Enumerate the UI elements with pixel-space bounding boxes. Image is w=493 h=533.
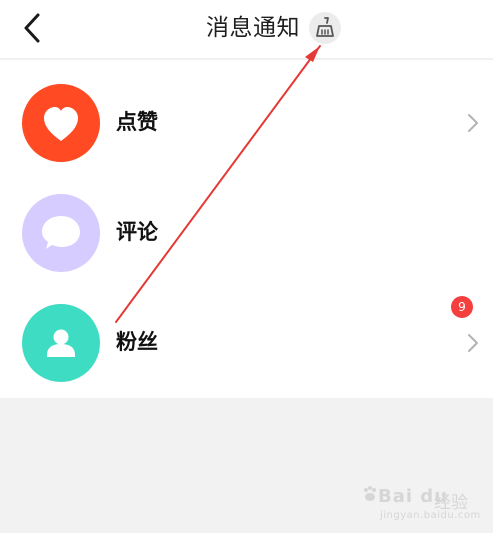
back-button[interactable] bbox=[16, 10, 50, 46]
watermark: Bai du 经验 jingyan.baidu.com bbox=[360, 480, 480, 522]
fans-avatar bbox=[22, 304, 100, 382]
page-title: 消息通知 bbox=[206, 15, 300, 41]
chevron-right-icon bbox=[468, 114, 478, 132]
speech-bubble-icon bbox=[42, 216, 80, 249]
person-icon bbox=[47, 329, 75, 357]
chevron-left-icon bbox=[24, 13, 40, 43]
broom-icon bbox=[316, 17, 334, 37]
list-item-comments[interactable]: 评论 9 bbox=[0, 180, 493, 318]
list-item-label: 粉丝 bbox=[116, 330, 158, 354]
notification-list: 点赞 评论 9 粉丝 bbox=[0, 60, 493, 398]
baidu-paw-icon bbox=[364, 486, 376, 501]
comments-avatar bbox=[22, 194, 100, 272]
list-item-fans[interactable]: 粉丝 bbox=[0, 290, 493, 400]
list-item-label: 点赞 bbox=[116, 110, 158, 134]
heart-icon bbox=[44, 107, 78, 141]
likes-avatar bbox=[22, 84, 100, 162]
watermark-url: jingyan.baidu.com bbox=[380, 510, 481, 521]
chevron-right-icon bbox=[468, 334, 478, 352]
list-item-label: 评论 bbox=[116, 220, 158, 244]
clear-notifications-button[interactable] bbox=[309, 12, 341, 44]
top-bar: 消息通知 bbox=[0, 0, 493, 58]
list-item-likes[interactable]: 点赞 bbox=[0, 70, 493, 180]
